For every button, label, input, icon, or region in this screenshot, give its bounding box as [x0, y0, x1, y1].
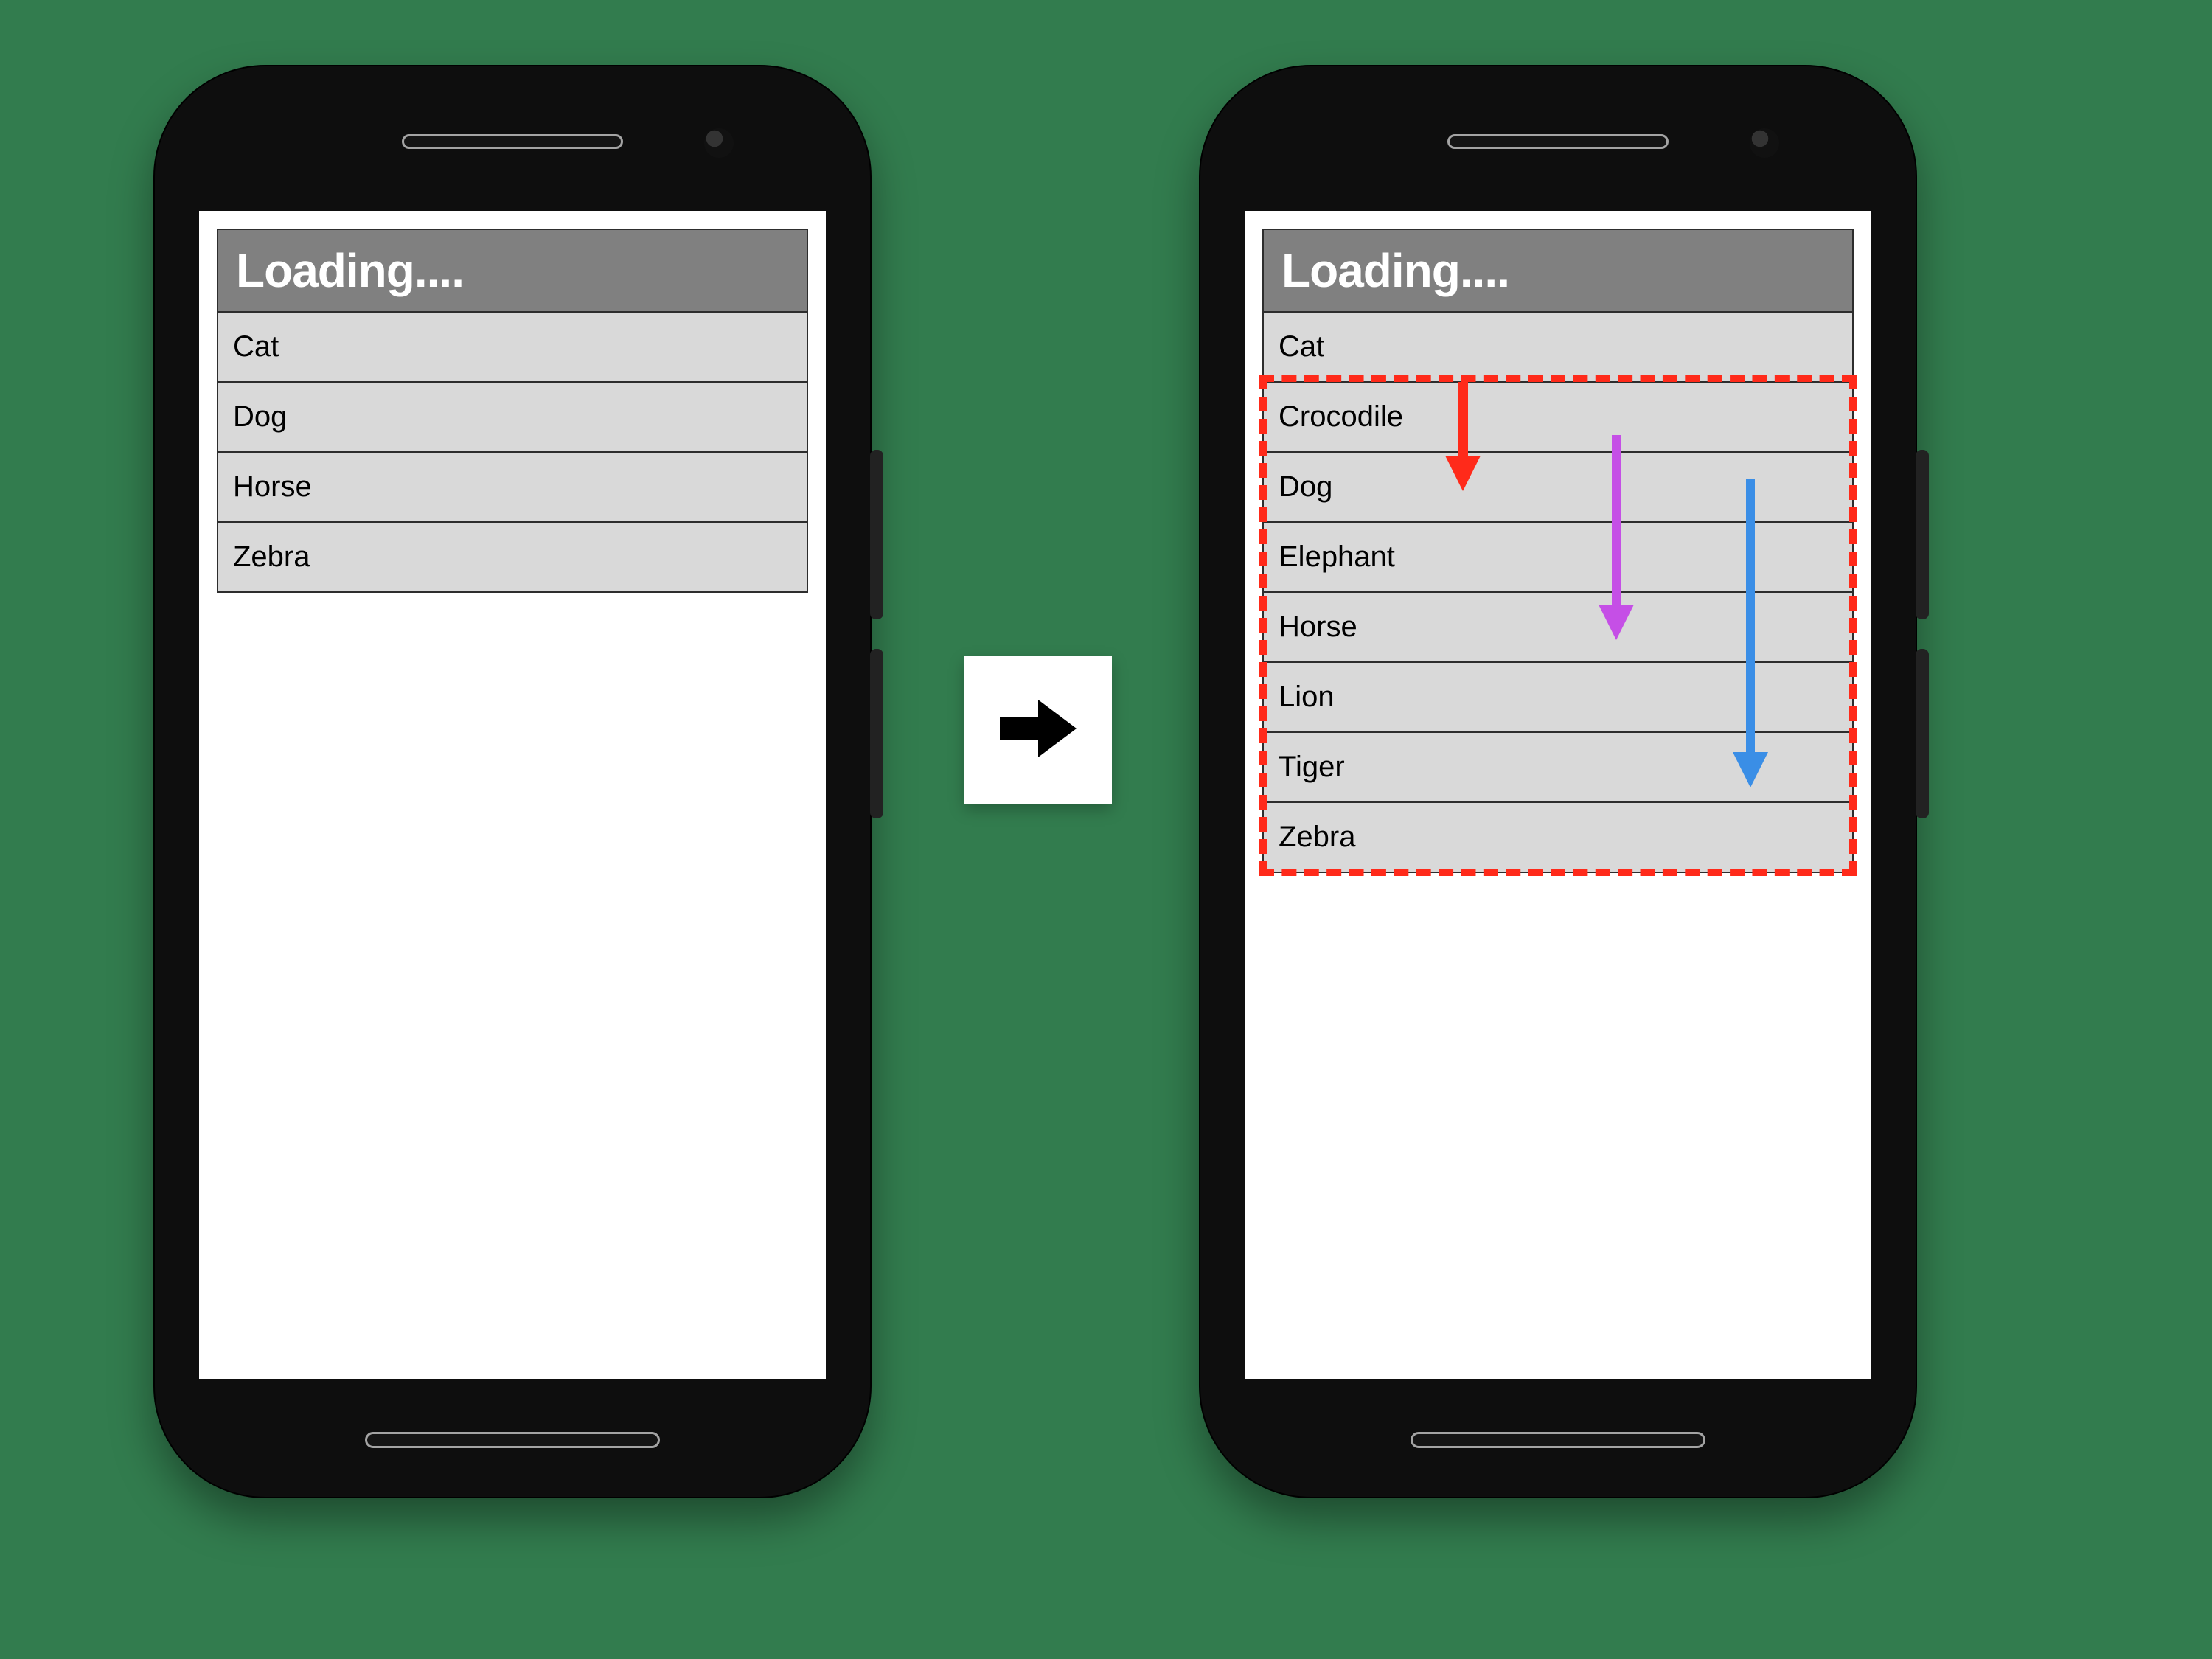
- list-item[interactable]: Horse: [1264, 591, 1852, 661]
- list-item-label: Lion: [1279, 681, 1335, 713]
- phone-device-after: Loading.... Cat Crocodile Dog Elephant H…: [1200, 66, 1916, 1497]
- phone-camera-icon: [704, 128, 734, 158]
- arrow-right-icon: [990, 681, 1086, 780]
- list-item-label: Crocodile: [1279, 400, 1403, 433]
- list-item[interactable]: Lion: [1264, 661, 1852, 731]
- items-list[interactable]: Cat Crocodile Dog Elephant Horse Lion Ti…: [1262, 311, 1854, 873]
- phone-earpiece: [402, 134, 623, 149]
- list-item[interactable]: Dog: [218, 381, 807, 451]
- list-item-label: Cat: [233, 330, 279, 363]
- app-title-bar: Loading....: [1262, 229, 1854, 311]
- list-item-label: Tiger: [1279, 751, 1345, 783]
- list-item-label: Horse: [1279, 611, 1357, 643]
- phone-device-before: Loading.... Cat Dog Horse Zebra: [155, 66, 870, 1497]
- phone-side-button: [870, 450, 883, 619]
- list-item[interactable]: Cat: [1264, 311, 1852, 381]
- list-item[interactable]: Zebra: [1264, 801, 1852, 872]
- list-item[interactable]: Dog: [1264, 451, 1852, 521]
- transition-arrow-card: [964, 656, 1112, 804]
- phone-side-button: [1916, 649, 1929, 818]
- list-item[interactable]: Elephant: [1264, 521, 1852, 591]
- app-title: Loading....: [1281, 244, 1509, 297]
- list-item-label: Dog: [1279, 470, 1332, 503]
- app-title: Loading....: [236, 244, 464, 297]
- app-title-bar: Loading....: [217, 229, 808, 311]
- list-item-label: Cat: [1279, 330, 1324, 363]
- items-list[interactable]: Cat Dog Horse Zebra: [217, 311, 808, 593]
- list-item-label: Zebra: [1279, 821, 1356, 853]
- phone-camera-icon: [1750, 128, 1779, 158]
- list-item-label: Elephant: [1279, 540, 1395, 573]
- phone-screen: Loading.... Cat Crocodile Dog Elephant H…: [1245, 211, 1871, 1379]
- list-item[interactable]: Crocodile: [1264, 381, 1852, 451]
- list-item[interactable]: Horse: [218, 451, 807, 521]
- list-item[interactable]: Zebra: [218, 521, 807, 591]
- list-item[interactable]: Tiger: [1264, 731, 1852, 801]
- phone-home-bar: [365, 1432, 660, 1448]
- phone-home-bar: [1411, 1432, 1705, 1448]
- phone-earpiece: [1447, 134, 1669, 149]
- list-item-label: Dog: [233, 400, 287, 433]
- list-item[interactable]: Cat: [218, 311, 807, 381]
- list-item-label: Zebra: [233, 540, 310, 573]
- phone-screen: Loading.... Cat Dog Horse Zebra: [199, 211, 826, 1379]
- list-item-label: Horse: [233, 470, 312, 503]
- phone-side-button: [1916, 450, 1929, 619]
- phone-side-button: [870, 649, 883, 818]
